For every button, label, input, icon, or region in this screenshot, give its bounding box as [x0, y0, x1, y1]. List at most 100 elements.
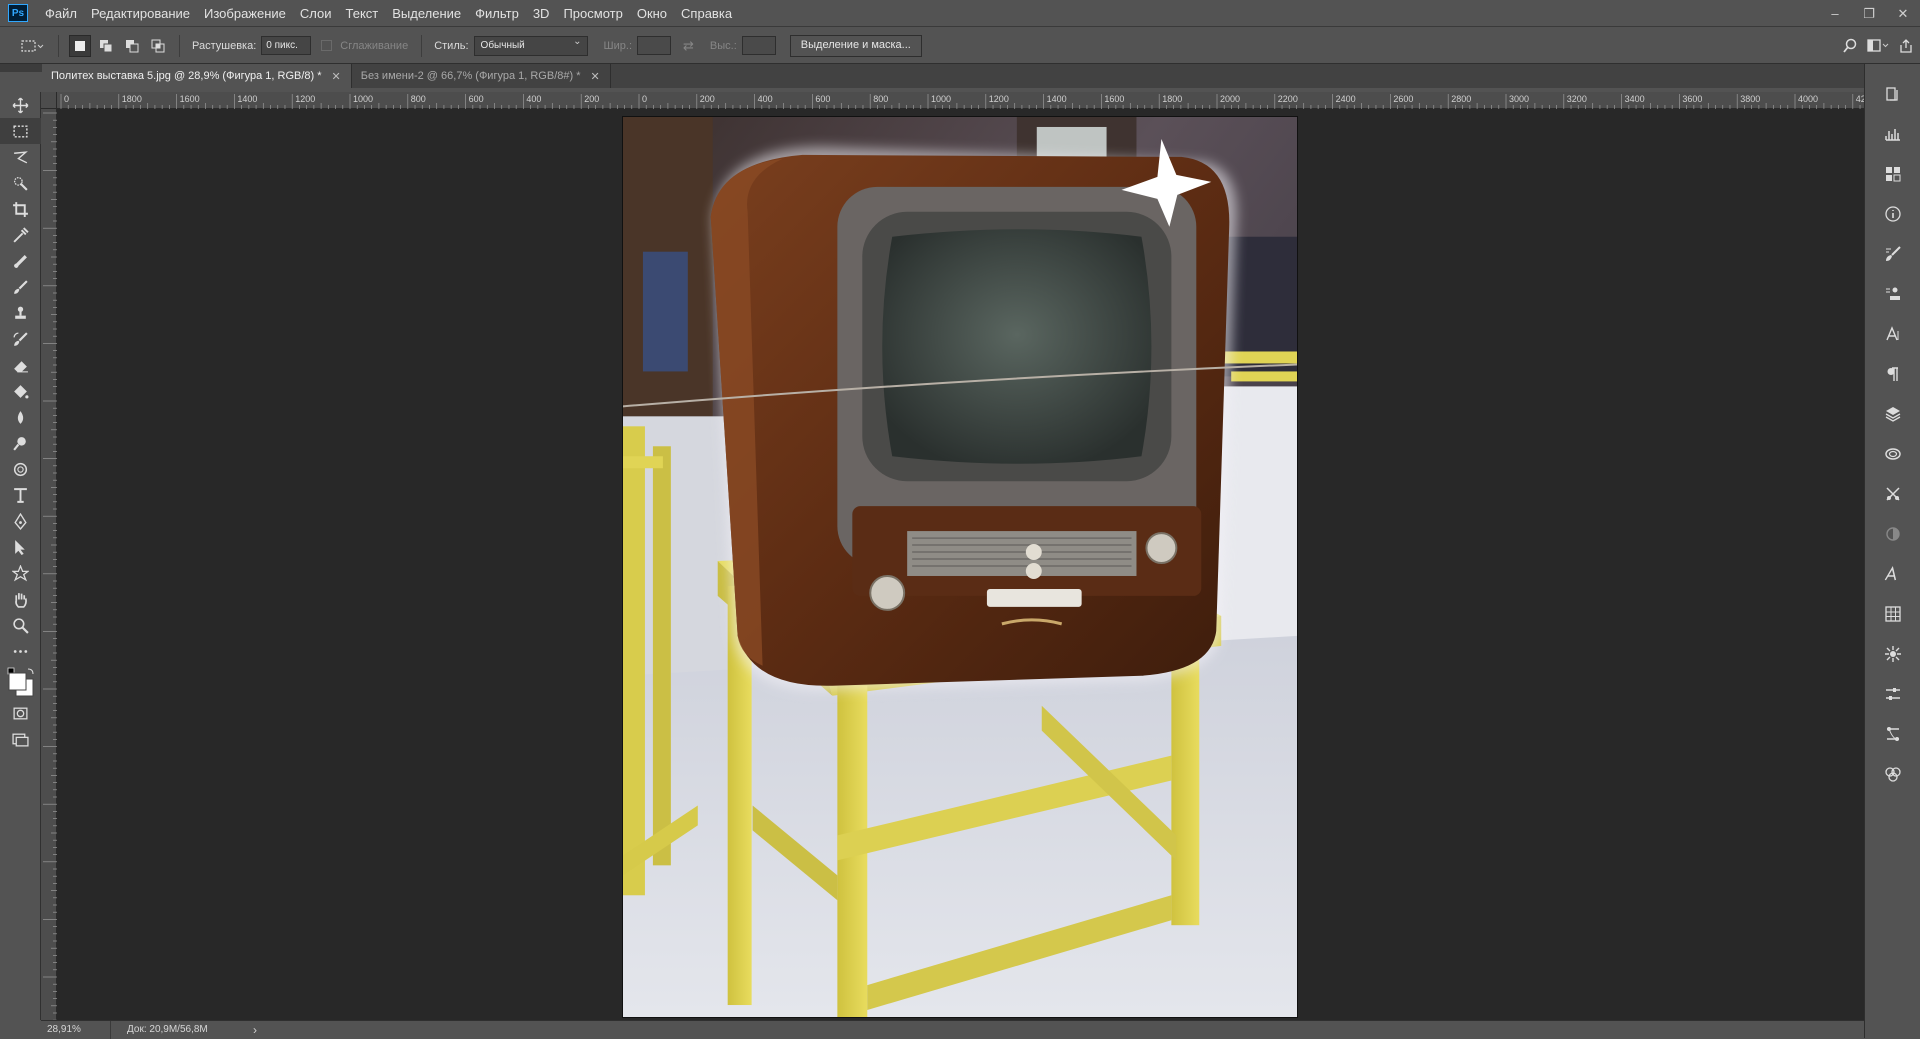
- ruler-label: 3600: [1682, 94, 1702, 104]
- eyedropper-tool[interactable]: [0, 222, 41, 248]
- history-brush-tool[interactable]: [0, 326, 41, 352]
- shape-tool[interactable]: [0, 560, 41, 586]
- close-button[interactable]: ✕: [1886, 0, 1920, 27]
- rect-marquee-tool[interactable]: [0, 118, 41, 144]
- subtract-selection-button[interactable]: [121, 35, 143, 57]
- brush-tool[interactable]: [0, 274, 41, 300]
- dodge-tool[interactable]: [0, 430, 41, 456]
- lasso-tool[interactable]: [0, 144, 41, 170]
- eraser-tool[interactable]: [0, 352, 41, 378]
- clone-stamp-tool[interactable]: [0, 300, 41, 326]
- zoom-level[interactable]: 28,91%: [41, 1020, 111, 1039]
- character-panel-button[interactable]: [1865, 314, 1920, 354]
- style-select[interactable]: Обычный: [473, 35, 588, 56]
- path-select-tool[interactable]: [0, 534, 41, 560]
- paths-panel-button[interactable]: [1865, 474, 1920, 514]
- photoshop-logo[interactable]: Ps: [8, 4, 28, 22]
- add-selection-icon: [100, 39, 113, 52]
- menu-filter[interactable]: Фильтр: [468, 0, 526, 27]
- menu-window[interactable]: Окно: [630, 0, 674, 27]
- tab-document-1[interactable]: Политех выставка 5.jpg @ 28,9% (Фигура 1…: [42, 64, 352, 88]
- menu-help[interactable]: Справка: [674, 0, 739, 27]
- document-tabs: Политех выставка 5.jpg @ 28,9% (Фигура 1…: [42, 64, 1878, 88]
- healing-brush-tool[interactable]: [0, 248, 41, 274]
- timeline-panel-button[interactable]: [1865, 754, 1920, 794]
- hand-icon: [15, 592, 27, 608]
- tab-document-2[interactable]: Без имени-2 @ 66,7% (Фигура 1, RGB/8#) *…: [351, 64, 611, 88]
- quick-mask-button[interactable]: [0, 700, 41, 726]
- menu-select[interactable]: Выделение: [385, 0, 468, 27]
- vertical-ruler[interactable]: [41, 109, 57, 1020]
- document-image[interactable]: [622, 116, 1298, 1018]
- ruler-label: 3000: [1509, 94, 1529, 104]
- ruler-origin[interactable]: [41, 92, 57, 109]
- restore-button[interactable]: ❐: [1852, 0, 1886, 27]
- separator: [58, 34, 59, 57]
- paragraph-panel-button[interactable]: [1865, 354, 1920, 394]
- glyphs-icon: [1884, 566, 1897, 581]
- brush-icon: [14, 279, 28, 294]
- adjustments-panel-button[interactable]: [1865, 514, 1920, 554]
- history-panel-button[interactable]: [1865, 74, 1920, 114]
- horizontal-ruler[interactable]: 0 1800 1600 1400 1200 1000 800 600 400 200 0 200 400…: [57, 92, 1864, 109]
- libraries-panel-button[interactable]: [1865, 434, 1920, 474]
- paint-bucket-tool[interactable]: [0, 378, 41, 404]
- color-swatches[interactable]: [0, 664, 41, 700]
- table-panel-button[interactable]: [1865, 594, 1920, 634]
- glyphs-panel-button[interactable]: [1865, 554, 1920, 594]
- close-icon[interactable]: ✕: [591, 70, 600, 83]
- hand-tool[interactable]: [0, 586, 41, 612]
- select-and-mask-button[interactable]: Выделение и маска...: [789, 34, 922, 57]
- menu-file[interactable]: Файл: [38, 0, 84, 27]
- width-input[interactable]: [637, 36, 672, 55]
- pen-path-tool[interactable]: [0, 508, 41, 534]
- tool-preset-picker[interactable]: [14, 33, 50, 59]
- rect-marquee-icon: [13, 124, 28, 138]
- quick-select-tool[interactable]: [0, 170, 41, 196]
- ruler-label: 2200: [1278, 94, 1298, 104]
- zoom-tool[interactable]: [0, 612, 41, 638]
- workspace-button[interactable]: [1864, 33, 1892, 59]
- channels-panel-button[interactable]: [1865, 674, 1920, 714]
- menu-view[interactable]: Просмотр: [556, 0, 629, 27]
- feather-input[interactable]: 0 пикс.: [261, 36, 312, 55]
- brush-settings-panel-button[interactable]: [1865, 234, 1920, 274]
- close-icon[interactable]: ✕: [332, 70, 341, 83]
- minimize-button[interactable]: –: [1818, 0, 1852, 27]
- layers-panel-button[interactable]: [1865, 394, 1920, 434]
- antialias-checkbox[interactable]: [321, 40, 333, 51]
- screen-mode-button[interactable]: [0, 726, 41, 752]
- properties-panel-button[interactable]: [1865, 634, 1920, 674]
- horizontal-ruler-scale: 0 1800 1600 1400 1200 1000 800 600 400 200 0 200 400…: [60, 94, 1864, 109]
- crop-tool[interactable]: [0, 196, 41, 222]
- move-tool[interactable]: [0, 92, 41, 118]
- brush-settings-icon: [1886, 246, 1901, 261]
- table-icon: [1885, 606, 1901, 622]
- share-icon: [1900, 38, 1912, 53]
- menu-3d[interactable]: 3D: [526, 0, 557, 27]
- clone-source-panel-button[interactable]: [1865, 274, 1920, 314]
- status-menu-arrow[interactable]: ›: [253, 1023, 257, 1037]
- search-button[interactable]: [1836, 33, 1864, 59]
- swap-icon[interactable]: ⇄: [683, 38, 694, 54]
- canvas-workspace[interactable]: [57, 109, 1864, 1020]
- height-input[interactable]: [741, 36, 776, 55]
- share-button[interactable]: [1892, 33, 1920, 59]
- histogram-panel-button[interactable]: [1865, 114, 1920, 154]
- menu-type[interactable]: Текст: [339, 0, 386, 27]
- new-selection-button[interactable]: [69, 34, 91, 57]
- info-panel-button[interactable]: [1865, 194, 1920, 234]
- tv-photo: [623, 117, 1297, 1017]
- menu-layer[interactable]: Слои: [293, 0, 339, 27]
- blur-tool[interactable]: [0, 404, 41, 430]
- more-tools[interactable]: [0, 638, 41, 664]
- ruler-label: 400: [526, 94, 541, 104]
- type-tool[interactable]: [0, 482, 41, 508]
- swatches-panel-button[interactable]: [1865, 154, 1920, 194]
- intersect-selection-button[interactable]: [147, 35, 169, 57]
- styles-panel-button[interactable]: [1865, 714, 1920, 754]
- pen-tool[interactable]: [0, 456, 41, 482]
- add-selection-button[interactable]: [95, 35, 117, 57]
- menu-image[interactable]: Изображение: [197, 0, 293, 27]
- menu-edit[interactable]: Редактирование: [84, 0, 197, 27]
